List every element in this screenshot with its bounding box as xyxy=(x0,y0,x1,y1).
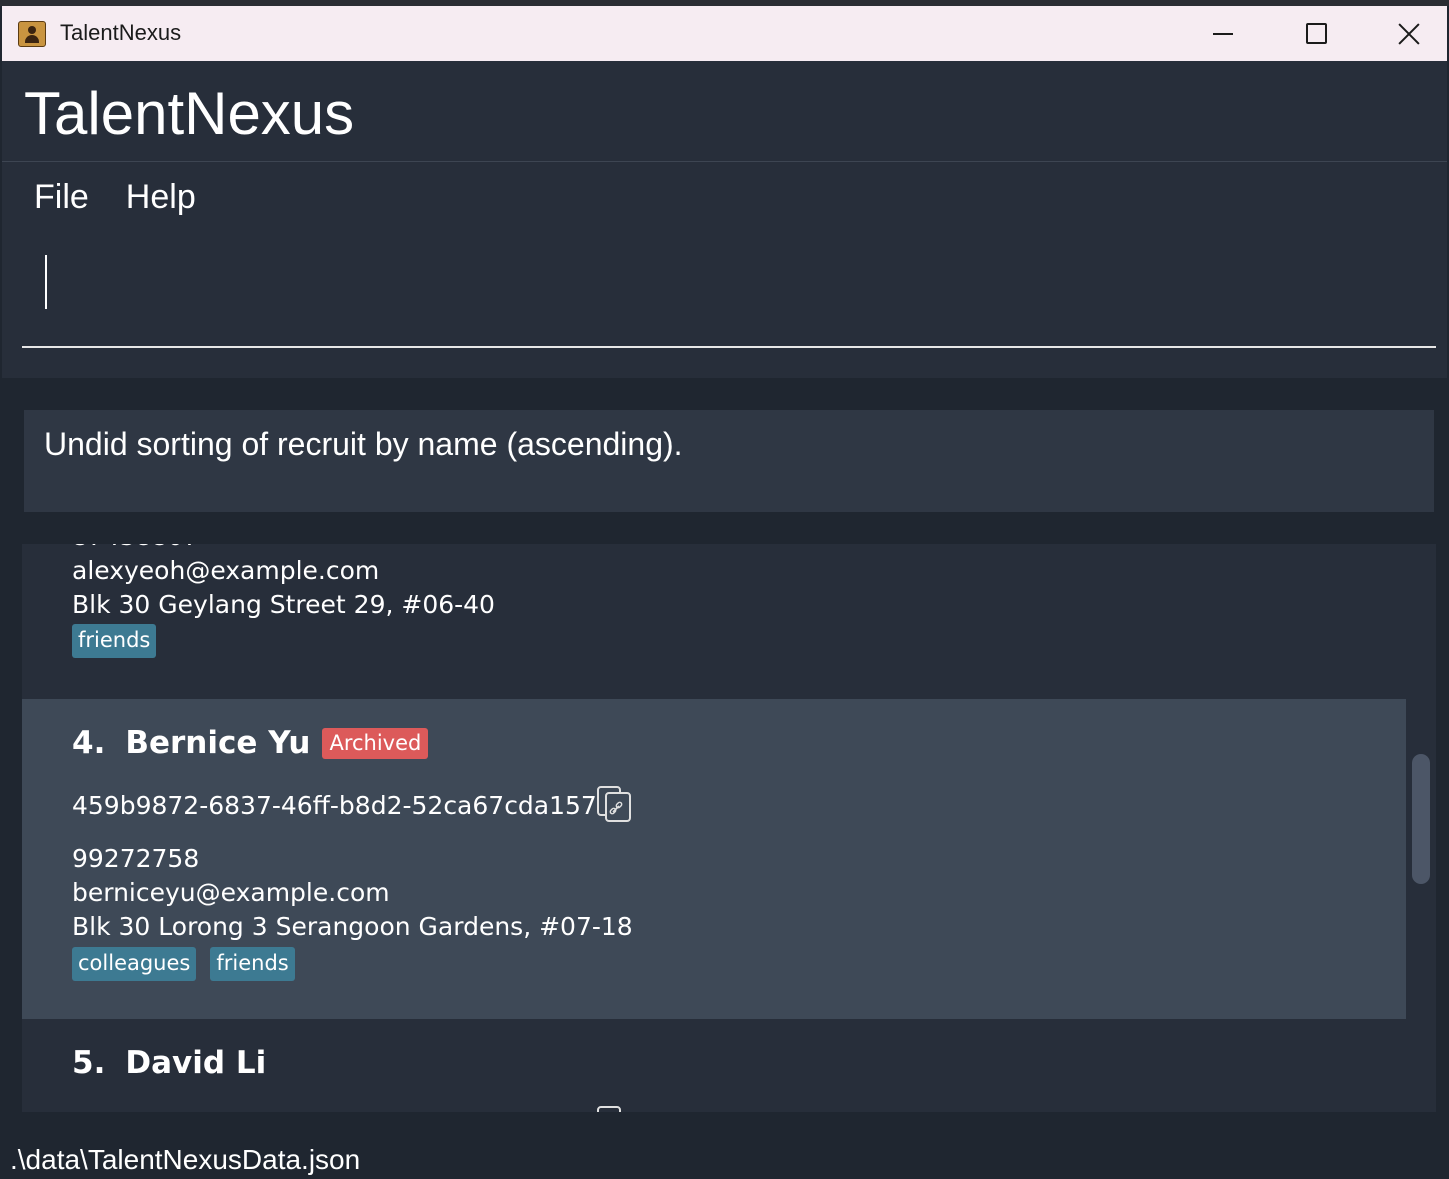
menu-file[interactable]: File xyxy=(34,178,89,217)
copy-link-icon[interactable] xyxy=(596,1105,634,1112)
command-input[interactable] xyxy=(22,248,1436,348)
recruit-address: Blk 30 Geylang Street 29, #06-40 xyxy=(72,590,495,619)
data-file-path: .\data\TalentNexusData.json xyxy=(10,1144,361,1175)
recruit-tags: colleagues friends xyxy=(72,947,295,981)
recruit-phone: 87438807 xyxy=(72,544,199,551)
recruit-index: 5. xyxy=(72,1045,106,1081)
recruit-card[interactable]: 87438807 alexyeoh@example.com Blk 30 Gey… xyxy=(22,544,1406,698)
recruit-id: 459b9872-6837-46ff-b8d2-52ca67cda157 xyxy=(72,791,597,820)
app-name: TalentNexus xyxy=(24,80,355,147)
status-bar: .\data\TalentNexusData.json xyxy=(0,1132,1449,1179)
contact-card-icon xyxy=(18,21,46,47)
menu-bar: File Help xyxy=(34,178,196,217)
archived-badge: Archived xyxy=(322,727,429,759)
recruit-index: 4. xyxy=(72,725,106,761)
window-titlebar[interactable]: TalentNexus xyxy=(2,6,1447,61)
recruit-email: alexyeoh@example.com xyxy=(72,556,380,585)
recruit-card[interactable]: 5. David Li xyxy=(22,1019,1406,1112)
scrollbar-thumb[interactable] xyxy=(1412,754,1430,884)
minimize-button[interactable] xyxy=(1177,6,1269,61)
recruit-name: Bernice Yu xyxy=(125,725,311,761)
result-display: Undid sorting of recruit by name (ascend… xyxy=(24,410,1434,512)
recruit-header: 4. Bernice Yu Archived xyxy=(72,725,429,761)
menu-help[interactable]: Help xyxy=(126,178,196,217)
copy-link-icon[interactable] xyxy=(596,785,634,823)
recruit-name: David Li xyxy=(125,1045,267,1081)
menu-area: File Help xyxy=(2,162,1447,378)
recruit-address: Blk 30 Lorong 3 Serangoon Gardens, #07-1… xyxy=(72,912,633,941)
minimize-icon xyxy=(1213,32,1233,35)
maximize-button[interactable] xyxy=(1270,6,1362,61)
recruit-tags: friends xyxy=(72,624,157,658)
close-button[interactable] xyxy=(1363,6,1449,61)
close-icon xyxy=(1398,23,1420,45)
tag-colleagues: colleagues xyxy=(72,947,197,981)
list-scrollbar[interactable] xyxy=(1406,544,1436,1112)
recruit-card-selected[interactable]: 4. Bernice Yu Archived 459b9872-6837-46f… xyxy=(22,699,1406,1019)
recruit-header: 5. David Li xyxy=(72,1045,266,1081)
window-title: TalentNexus xyxy=(60,20,182,45)
tag-friends: friends xyxy=(72,624,157,658)
app-header: TalentNexus xyxy=(2,61,1447,162)
recruit-list[interactable]: 87438807 alexyeoh@example.com Blk 30 Gey… xyxy=(22,544,1406,1112)
recruit-email: berniceyu@example.com xyxy=(72,878,390,907)
result-message: Undid sorting of recruit by name (ascend… xyxy=(44,426,683,462)
recruit-phone: 99272758 xyxy=(72,844,200,873)
tag-friends: friends xyxy=(210,947,295,981)
maximize-icon xyxy=(1305,23,1327,44)
text-caret xyxy=(45,255,47,309)
